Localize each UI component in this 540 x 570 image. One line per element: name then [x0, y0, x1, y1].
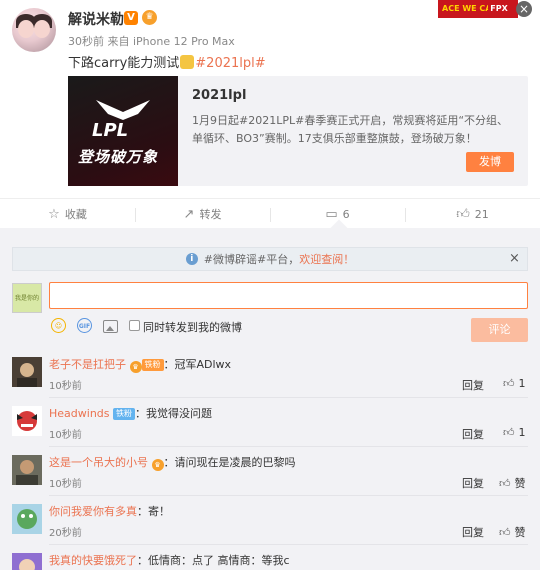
commenter-name[interactable]: Headwinds [49, 407, 110, 420]
comment-like-button[interactable]: 👍︎ 1 [503, 426, 526, 439]
comment-divider [49, 544, 528, 545]
comment-time: 20秒前 [49, 528, 82, 539]
comment-like-count: 1 [518, 377, 526, 390]
thumbs-up-icon: 👍︎ [456, 206, 470, 222]
reply-button[interactable]: 回复 [462, 475, 484, 491]
commenter-avatar[interactable] [12, 357, 42, 387]
my-avatar[interactable]: 我是你的鲨鱼 [12, 283, 42, 313]
post-meta: 30秒前 来自 iPhone 12 Pro Max [68, 35, 235, 48]
comment-like-button[interactable]: 👍︎ 赞 [499, 524, 526, 540]
topic-card-logo-text: LPL [92, 120, 129, 141]
repost-checkbox-label[interactable]: 同时转发到我的微博 [143, 319, 242, 335]
repost-label: 转发 [199, 208, 222, 221]
action-bar: ☆ 收藏 ↗ 转发 ▭ 6 👍︎ 21 [0, 198, 540, 228]
comment-count: 6 [342, 207, 350, 221]
topic-card-title[interactable]: 2021lpl [192, 88, 246, 103]
repost-icon: ↗ [183, 206, 195, 222]
repost-button[interactable]: ↗ 转发 [135, 199, 270, 229]
comment-text: 你问我爱你有多真：寄！ [49, 503, 170, 519]
image-icon[interactable] [103, 320, 118, 333]
like-button[interactable]: 👍︎ 21 [405, 199, 540, 229]
thumbs-up-icon: 👍︎ [503, 426, 515, 439]
commenter-name[interactable]: 这是一个吊大的小号 [49, 456, 148, 469]
star-icon: ☆ [48, 206, 60, 222]
comment-body: ：冠军ADlwx [163, 358, 232, 371]
info-icon: i [185, 253, 198, 265]
reply-button[interactable]: 回复 [462, 426, 484, 442]
comment-time: 10秒前 [49, 430, 82, 441]
thumbs-up-icon: 👍︎ [499, 477, 511, 490]
comment-body: ：我觉得没问题 [135, 407, 212, 420]
reply-button[interactable]: 回复 [462, 524, 484, 540]
notice-link[interactable]: 欢迎查阅！ [299, 251, 354, 267]
topic-card-description: 1月9日起#2021LPL#春季赛正式开启，常规赛将延用“不分组、单循环、BO3… [192, 114, 509, 145]
commenter-avatar[interactable] [12, 504, 42, 534]
submit-comment-button[interactable]: 评论 [471, 318, 528, 342]
verified-badge-icon: V [124, 11, 138, 25]
post-text-body: 下路carry能力测试 [68, 56, 180, 71]
commenter-avatar[interactable] [12, 553, 42, 570]
thumbs-up-icon: 👍︎ [499, 526, 511, 539]
repost-checkbox[interactable] [129, 320, 140, 331]
post-hashtag[interactable]: #2021lpl# [195, 56, 265, 71]
commenter-avatar[interactable] [12, 406, 42, 436]
comment-like-label: 赞 [514, 526, 526, 539]
fan-badge: 铁粉 [141, 359, 164, 371]
comment-icon: ▭ [325, 206, 338, 222]
comment-divider [49, 397, 528, 398]
avatar-face-left [18, 20, 34, 38]
comment-text: 我真的快要饿死了：低情商：点了 高情商：等我c [49, 552, 290, 568]
topic-card[interactable]: LPL 登场破万象 2021lpl 1月9日起#2021LPL#春季赛正式开启，… [68, 76, 528, 186]
favorite-button[interactable]: ☆ 收藏 [0, 199, 135, 229]
topic-card-image: LPL 登场破万象 [68, 76, 178, 186]
emoji-icon[interactable]: ☺ [51, 318, 66, 333]
comment-text: Headwinds 铁粉 ：我觉得没问题 [49, 405, 212, 421]
fan-badge: 铁粉 [113, 408, 135, 420]
comment-time: 10秒前 [49, 479, 82, 490]
author-name[interactable]: 解说米勒 [68, 9, 124, 29]
comment-like-count: 1 [518, 426, 526, 439]
commenter-name[interactable]: 我真的快要饿死了 [49, 554, 137, 567]
comment-text: 这是一个吊大的小号 ♛ ：请问现在是凌晨的巴黎吗 [49, 454, 296, 471]
commenter-avatar[interactable] [12, 455, 42, 485]
comment-like-label: 赞 [514, 477, 526, 490]
crown-icon: ♛ [151, 459, 164, 471]
crown-icon: ♛ [129, 361, 142, 373]
crown-icon: ♛ [142, 10, 157, 25]
commenter-name[interactable]: 老子不是扛把子 [49, 358, 126, 371]
doge-emoji-icon [180, 55, 195, 69]
banner-team-logo: FPX [488, 0, 510, 18]
notice-text: #微博辟谣#平台， [203, 253, 300, 266]
comment-like-button[interactable]: 👍︎ 1 [503, 377, 526, 390]
comment-body: ：请问现在是凌晨的巴黎吗 [163, 456, 296, 469]
post-text: 下路carry能力测试 #2021lpl# [68, 52, 266, 71]
comment-time: 10秒前 [49, 381, 82, 392]
gif-icon[interactable]: GIF [77, 318, 92, 333]
banner-close-icon[interactable]: × [516, 1, 532, 17]
thumbs-up-icon: 👍︎ [503, 377, 515, 390]
rumor-notice: i #微博辟谣#平台， 欢迎查阅！ [12, 247, 528, 271]
like-count: 21 [474, 207, 489, 221]
avatar-face-right [34, 20, 50, 38]
commenter-name[interactable]: 你问我爱你有多真 [49, 505, 137, 518]
comment-body: ：寄！ [137, 505, 170, 518]
reply-button[interactable]: 回复 [462, 377, 484, 393]
post-topic-button[interactable]: 发博 [466, 152, 514, 172]
comment-like-button[interactable]: 👍︎ 赞 [499, 475, 526, 491]
favorite-label: 收藏 [64, 208, 87, 221]
comment-divider [49, 495, 528, 496]
author-avatar[interactable] [12, 8, 56, 52]
comment-divider [49, 446, 528, 447]
close-icon[interactable]: × [509, 251, 520, 266]
comment-body: ：低情商：点了 高情商：等我c [137, 554, 290, 567]
comment-text: 老子不是扛把子 ♛ 铁粉 ：冠军ADlwx [49, 356, 231, 373]
topic-card-slogan: 登场破万象 [78, 148, 159, 166]
comment-input[interactable] [49, 282, 528, 309]
